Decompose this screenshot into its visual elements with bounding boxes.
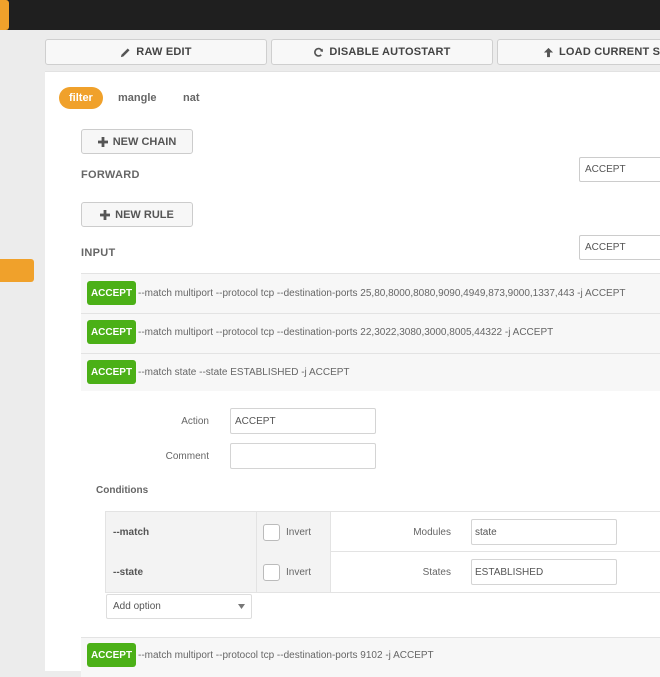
tab-filter[interactable]: filter — [59, 87, 103, 109]
rule-row-expanded[interactable]: ACCEPT --match state --state ESTABLISHED… — [81, 353, 660, 391]
plus-icon — [100, 209, 111, 220]
add-option-select[interactable]: Add option — [106, 594, 252, 619]
condition-row: --state Invert States ESTABLISHED — [106, 552, 660, 592]
condition-name: --match — [106, 512, 256, 552]
pencil-icon — [121, 47, 130, 57]
new-chain-label: NEW CHAIN — [112, 135, 177, 148]
invert-toggle[interactable]: Invert — [256, 552, 331, 592]
raw-edit-label: RAW EDIT — [136, 46, 192, 58]
conditions-title: Conditions — [96, 485, 149, 496]
tab-mangle[interactable]: mangle — [118, 87, 157, 109]
chain-title-input: INPUT — [81, 247, 116, 259]
condition-name: --state — [106, 552, 256, 592]
rule-text: --match multiport --protocol tcp --desti… — [138, 650, 434, 661]
disable-autostart-label: DISABLE AUTOSTART — [329, 46, 451, 58]
invert-checkbox[interactable] — [263, 523, 280, 541]
invert-label: Invert — [286, 566, 312, 578]
sidebar-active-item[interactable] — [0, 259, 34, 282]
invert-label: Invert — [286, 526, 312, 538]
disable-autostart-button[interactable]: DISABLE AUTOSTART — [271, 39, 493, 65]
rule-text: --match multiport --protocol tcp --desti… — [138, 327, 554, 338]
rule-row[interactable]: ACCEPT --match multiport --protocol tcp … — [81, 273, 660, 313]
accept-badge: ACCEPT — [87, 643, 136, 667]
rule-row[interactable]: ACCEPT --match multiport --protocol tcp … — [81, 637, 660, 677]
new-rule-label: NEW RULE — [115, 208, 174, 221]
condition-value-input[interactable]: ESTABLISHED — [471, 559, 617, 585]
input-policy-select[interactable]: ACCEPT — [579, 235, 660, 260]
top-bar — [0, 0, 660, 30]
rule-row[interactable]: ACCEPT --match multiport --protocol tcp … — [81, 313, 660, 353]
condition-row: --match Invert Modules state — [106, 512, 660, 552]
comment-label: Comment — [165, 451, 209, 462]
add-option-label: Add option — [113, 601, 161, 612]
chain-title-forward: FORWARD — [81, 169, 140, 181]
caret-down-icon — [238, 604, 245, 609]
plus-icon — [97, 136, 108, 147]
conditions-table: --match Invert Modules state --state Inv… — [105, 511, 660, 593]
condition-value-input[interactable]: state — [471, 519, 617, 545]
accept-badge: ACCEPT — [87, 360, 136, 384]
forward-policy-select[interactable]: ACCEPT — [579, 157, 660, 182]
raw-edit-button[interactable]: RAW EDIT — [45, 39, 267, 65]
refresh-icon — [314, 47, 324, 57]
rule-text: --match multiport --protocol tcp --desti… — [138, 288, 626, 299]
top-bar-accent — [0, 0, 9, 30]
load-current-button[interactable]: LOAD CURRENT STA — [497, 39, 660, 65]
rule-text: --match state --state ESTABLISHED -j ACC… — [138, 367, 350, 378]
new-chain-button[interactable]: NEW CHAIN — [81, 129, 193, 154]
condition-field-label: States — [422, 566, 451, 578]
new-rule-button[interactable]: NEW RULE — [81, 202, 193, 227]
load-current-label: LOAD CURRENT STA — [559, 46, 660, 58]
comment-input[interactable] — [230, 443, 376, 469]
invert-toggle[interactable]: Invert — [256, 512, 331, 552]
arrow-up-icon — [543, 47, 554, 57]
toolbar: RAW EDIT DISABLE AUTOSTART LOAD CURRENT … — [45, 39, 660, 65]
action-label: Action — [181, 416, 209, 427]
accept-badge: ACCEPT — [87, 320, 136, 344]
tab-nat[interactable]: nat — [183, 87, 200, 109]
condition-field-label: Modules — [413, 526, 451, 538]
invert-checkbox[interactable] — [263, 563, 280, 581]
accept-badge: ACCEPT — [87, 281, 136, 305]
sidebar — [0, 30, 38, 660]
action-input[interactable]: ACCEPT — [230, 408, 376, 434]
